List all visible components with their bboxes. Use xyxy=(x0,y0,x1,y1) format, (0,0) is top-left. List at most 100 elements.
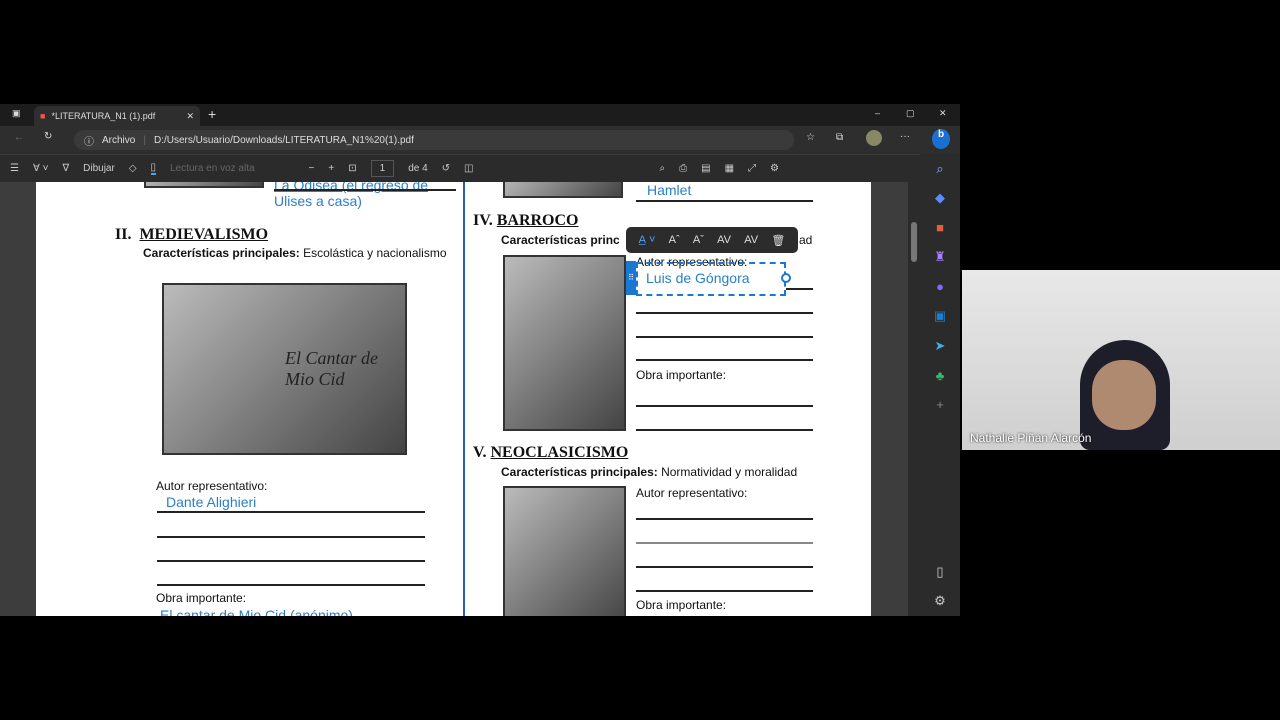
save-as-icon[interactable]: ▦ xyxy=(725,163,734,174)
gongora-portrait xyxy=(503,255,626,431)
games-icon[interactable]: ♜ xyxy=(934,243,946,273)
shopping-tag-icon[interactable]: ◆ xyxy=(935,184,945,214)
maximize-button[interactable]: ▢ xyxy=(906,108,915,119)
font-increase-icon[interactable]: Aˆ xyxy=(669,234,680,246)
save-icon[interactable]: ▤ xyxy=(701,163,710,174)
vertical-scrollbar[interactable] xyxy=(908,182,920,616)
moliere-portrait xyxy=(503,486,626,616)
obra-label: Obra importante: xyxy=(636,598,727,612)
video-participant-tile: Nathalie Piñán Alarcón xyxy=(962,270,1280,450)
close-window-button[interactable]: ✕ xyxy=(939,108,947,119)
eraser-icon[interactable]: ◇ xyxy=(129,163,137,174)
edge-sidebar: ⌕ ◆ ■ ♜ ● ▣ ➤ ♣ + ▯ ⚙ xyxy=(920,154,960,616)
answer-line xyxy=(636,542,813,544)
spacing-increase-icon[interactable]: AV xyxy=(717,234,731,246)
zoom-in-button[interactable]: + xyxy=(328,163,334,174)
read-aloud-button[interactable]: Lectura en voz alta xyxy=(170,163,255,174)
pdf-icon: ■ xyxy=(40,111,46,121)
add-text-icon[interactable]: ▯ xyxy=(150,162,157,175)
obra-answer: El cantar de Mio Cid (anónimo) xyxy=(160,607,353,616)
telegram-icon[interactable]: ➤ xyxy=(935,331,946,361)
search-icon[interactable]: ⌕ xyxy=(660,163,666,174)
info-icon: ⓘ xyxy=(84,136,94,148)
copilot-icon[interactable]: ● xyxy=(936,272,944,302)
answer-line xyxy=(636,566,813,568)
settings-icon[interactable]: ⚙ xyxy=(934,587,946,617)
section-medievalismo-heading: II. MEDIEVALISMO xyxy=(115,226,269,243)
answer-line xyxy=(157,511,425,513)
answer-line xyxy=(636,429,813,431)
tab-actions-icon[interactable]: ▣ xyxy=(12,108,21,119)
settings-icon[interactable]: ⚙ xyxy=(770,163,779,174)
scrollbar-thumb[interactable] xyxy=(911,222,917,262)
answer-line xyxy=(636,590,813,592)
answer-line xyxy=(636,200,813,202)
answer-line xyxy=(636,518,813,520)
participant-name: Nathalie Piñán Alarcón xyxy=(970,431,1092,445)
barroco-characteristics-tail: ad xyxy=(799,233,813,247)
refresh-icon[interactable]: ↻ xyxy=(44,131,52,142)
page-number-input[interactable]: 1 xyxy=(370,160,395,177)
obra-label: Obra importante: xyxy=(156,591,247,605)
answer-text: La Odisea (el regreso de xyxy=(274,182,429,193)
answer-line xyxy=(786,288,813,290)
tab-title: *LITERATURA_N1 (1).pdf xyxy=(51,111,156,121)
section-neoclasicismo-heading: V. NEOCLASICISMO xyxy=(473,444,629,461)
shakespeare-image xyxy=(503,182,623,198)
new-tab-button[interactable]: + xyxy=(208,106,216,122)
draw-button[interactable]: Dibujar xyxy=(83,163,115,174)
zoom-out-button[interactable]: − xyxy=(309,163,315,174)
search-icon[interactable]: ⌕ xyxy=(936,154,943,184)
bing-icon[interactable]: b xyxy=(932,129,950,149)
add-icon[interactable]: + xyxy=(936,390,944,420)
profile-avatar[interactable] xyxy=(866,130,882,146)
barroco-characteristics: Características princ xyxy=(501,233,620,247)
back-icon[interactable]: ← xyxy=(14,132,24,143)
answer-line xyxy=(157,536,425,538)
contents-icon[interactable]: ☰ xyxy=(10,163,19,174)
autor-answer: Dante Alighieri xyxy=(166,494,257,510)
pdf-page: La Odisea (el regreso de Ulises a casa) … xyxy=(36,182,871,616)
answer-line xyxy=(157,584,425,586)
url-label: Archivo xyxy=(102,134,136,146)
text-box-selected[interactable]: Luis de Góngora ⠿ xyxy=(626,261,791,296)
toolbox-icon[interactable]: ■ xyxy=(936,213,944,243)
address-bar-row: ← ↻ ⓘ Archivo | D:/Users/Usuario/Downloa… xyxy=(0,126,960,154)
delete-icon[interactable]: 🗑 xyxy=(771,234,785,247)
answer-line xyxy=(274,189,456,191)
answer-text: Ulises a casa) xyxy=(274,193,362,209)
odisea-image xyxy=(144,182,264,188)
autor-label: Autor representativo: xyxy=(636,486,748,500)
more-icon[interactable]: ··· xyxy=(900,131,910,142)
fit-page-icon[interactable]: ⊡ xyxy=(348,163,356,174)
tab-bar: ▣ ■ *LITERATURA_N1 (1).pdf ✕ + – ▢ ✕ xyxy=(0,104,960,126)
fullscreen-icon[interactable]: ⤢ xyxy=(748,163,756,174)
page-count: de 4 xyxy=(408,163,428,174)
font-decrease-icon[interactable]: Aˇ xyxy=(693,234,704,246)
drag-handle[interactable]: ⠿ xyxy=(626,261,636,295)
tab-pdf[interactable]: ■ *LITERATURA_N1 (1).pdf ✕ xyxy=(34,106,200,126)
rotate-icon[interactable]: ↺ xyxy=(442,163,450,174)
rotate-handle[interactable] xyxy=(781,273,791,283)
autor-text-input[interactable]: Luis de Góngora xyxy=(646,270,750,286)
sidebar-toggle-icon[interactable]: ▯ xyxy=(936,557,943,587)
answer-line xyxy=(157,560,425,562)
outlook-icon[interactable]: ▣ xyxy=(934,302,946,332)
favorites-icon[interactable]: ☆ xyxy=(806,132,815,143)
browser-window: ▣ ■ *LITERATURA_N1 (1).pdf ✕ + – ▢ ✕ ← ↻… xyxy=(0,104,960,616)
draw-icon[interactable]: ∇ xyxy=(62,163,69,174)
tree-icon[interactable]: ♣ xyxy=(936,361,945,391)
print-icon[interactable]: ⎙ xyxy=(679,163,687,174)
spacing-decrease-icon[interactable]: AV xyxy=(744,234,758,246)
page-view-icon[interactable]: ◫ xyxy=(464,163,473,174)
answer-line xyxy=(636,405,813,407)
text-color-icon[interactable]: A̲ ˅ xyxy=(639,234,656,246)
address-bar[interactable]: ⓘ Archivo | D:/Users/Usuario/Downloads/L… xyxy=(74,130,794,150)
participant-face xyxy=(1092,360,1156,430)
collections-icon[interactable]: ⧉ xyxy=(836,132,843,143)
answer-line xyxy=(636,359,813,361)
highlight-icon[interactable]: ∀ ˅ xyxy=(33,163,48,174)
minimize-button[interactable]: – xyxy=(875,108,880,118)
cantar-mio-cid-image: El Cantar de Mio Cid xyxy=(162,283,407,455)
close-tab-icon[interactable]: ✕ xyxy=(186,111,194,122)
